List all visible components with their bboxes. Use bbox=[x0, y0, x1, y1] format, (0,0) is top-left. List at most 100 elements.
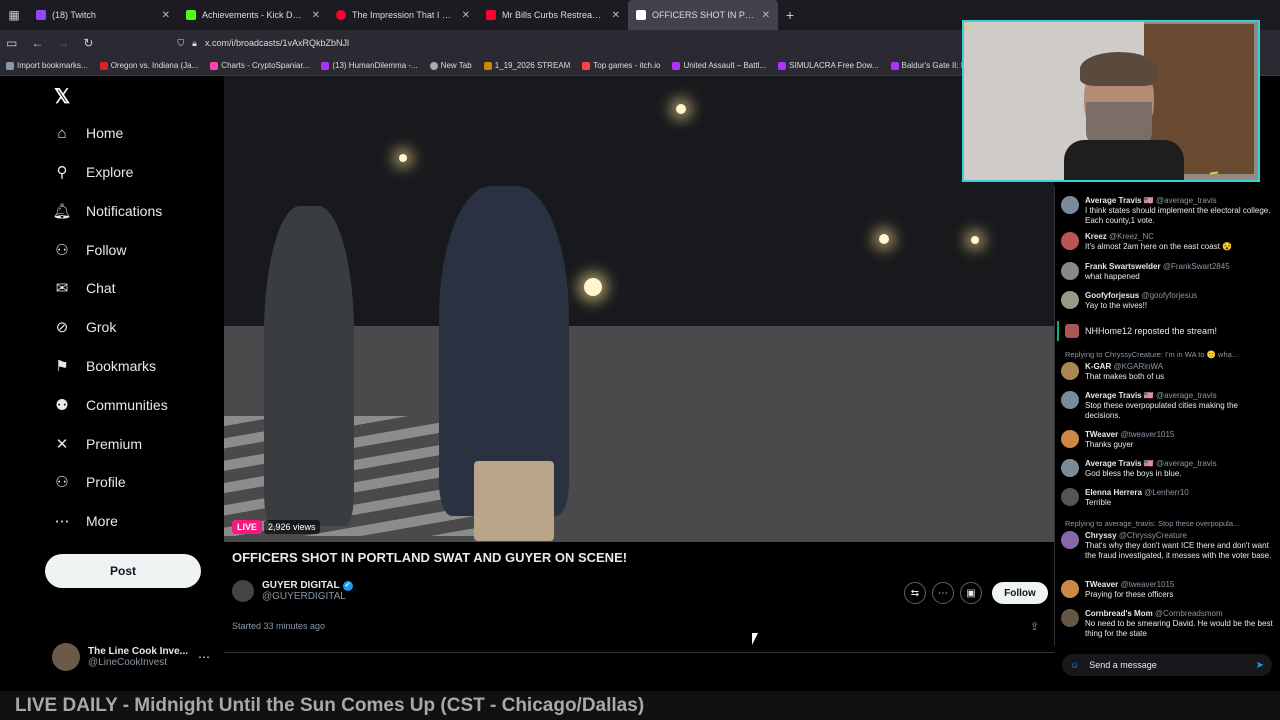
channel-avatar[interactable] bbox=[232, 580, 254, 602]
bookmark-item[interactable]: New Tab bbox=[429, 61, 472, 70]
kick-icon bbox=[186, 10, 196, 20]
picture-in-picture-icon[interactable]: ▣ bbox=[960, 582, 982, 604]
chat-message: Goofyforjesus @goofyforjesus Yay to the w… bbox=[1061, 291, 1275, 311]
nav-label: Home bbox=[86, 125, 124, 141]
sidebar-toggle-icon[interactable]: ▭ bbox=[6, 36, 17, 50]
x-premium-icon: ✕ bbox=[55, 436, 69, 453]
nav-follow[interactable]: ⚇ Follow bbox=[52, 238, 126, 262]
nav-explore[interactable]: ⚲ Explore bbox=[52, 160, 134, 184]
nav-label: Chat bbox=[86, 280, 116, 296]
nav-more[interactable]: ⋯ More bbox=[52, 509, 118, 533]
bookmark-item[interactable]: United Assault – Battl... bbox=[672, 61, 766, 70]
nav-premium[interactable]: ✕ Premium bbox=[52, 432, 142, 456]
bookmark-icon bbox=[6, 61, 14, 70]
tab-youtube-1[interactable]: The Impression That I Get ( ✕ bbox=[328, 0, 478, 30]
bookmark-item[interactable]: SIMULACRA Free Dow... bbox=[778, 61, 879, 70]
chat-handle: @average_travis bbox=[1156, 459, 1217, 468]
chat-text: what happened bbox=[1085, 272, 1140, 281]
nav-label: Explore bbox=[86, 164, 134, 180]
tab-kick[interactable]: Achievements - Kick Dashboard ✕ bbox=[178, 0, 328, 30]
bookmark-item[interactable]: Top games - itch.io bbox=[582, 61, 660, 70]
tab-list-icon[interactable]: ▦ bbox=[0, 0, 28, 30]
bookmark-item[interactable]: (13) HumanDilemma -... bbox=[321, 61, 418, 70]
nav-communities[interactable]: ⚉ Communities bbox=[52, 393, 168, 417]
nav-profile[interactable]: ⚇ Profile bbox=[52, 470, 125, 494]
started-time: Started 33 minutes ago bbox=[232, 621, 326, 631]
reply-context: Replying to average_travis: Stop these o… bbox=[1065, 519, 1240, 528]
nav-chat[interactable]: ✉ Chat bbox=[52, 276, 116, 300]
close-tab-icon[interactable]: ✕ bbox=[312, 10, 320, 21]
tab-x-broadcast[interactable]: OFFICERS SHOT IN PORTLA ✕ bbox=[628, 0, 778, 30]
chat-message: TWeaver @tweaver1015 Thanks guyer bbox=[1061, 430, 1275, 450]
bookmark-item[interactable]: 1_19_2026 STREAM bbox=[483, 61, 571, 70]
bookmark-item[interactable]: Charts - CryptoSpaniar... bbox=[210, 61, 309, 70]
avatar bbox=[1061, 580, 1079, 598]
more-icon[interactable]: ⋯ bbox=[198, 650, 210, 664]
x-logo-icon[interactable]: 𝕏 bbox=[54, 84, 70, 109]
chat-handle: @goofyforjesus bbox=[1141, 291, 1198, 300]
chat-handle: @tweaver1015 bbox=[1120, 430, 1175, 439]
divider bbox=[224, 652, 1054, 653]
avatar bbox=[1061, 362, 1079, 380]
video-player[interactable] bbox=[224, 76, 1054, 542]
channel-info[interactable]: GUYER DIGITAL ✓ @GUYERDIGITAL bbox=[232, 580, 353, 602]
address-bar[interactable]: ⛉ 🔒︎ x.com/i/broadcasts/1vAxRQkbZbNJl bbox=[177, 38, 349, 49]
reload-icon[interactable]: ↻ bbox=[83, 36, 93, 50]
live-chat[interactable]: Average Travis 🇺🇸 @average_travis I think… bbox=[1054, 186, 1280, 646]
bookmark-item[interactable]: Oregon vs. Indiana (Ja... bbox=[99, 61, 198, 70]
bookmark-item[interactable]: Import bookmarks... bbox=[6, 61, 88, 70]
lock-icon: 🔒︎ bbox=[192, 37, 197, 48]
tab-title: The Impression That I Get ( bbox=[352, 10, 456, 20]
nav-notifications[interactable]: 🔔︎ Notifications bbox=[52, 199, 162, 223]
chat-message: Cornbread's Mom @Cornbreadsmom No need to… bbox=[1061, 609, 1275, 639]
share-icon[interactable]: ⇪ bbox=[1030, 620, 1039, 633]
emoji-icon[interactable]: ☺ bbox=[1070, 660, 1079, 670]
more-icon[interactable]: ⋯ bbox=[932, 582, 954, 604]
repost-icon[interactable]: ⇆ bbox=[904, 582, 926, 604]
close-tab-icon[interactable]: ✕ bbox=[462, 10, 470, 21]
nav-grok[interactable]: ⊘ Grok bbox=[52, 315, 117, 339]
home-icon: ⌂ bbox=[57, 124, 67, 142]
chat-message: Elenna Herrera @Lenherr10 Terrible bbox=[1061, 488, 1275, 508]
chat-author: TWeaver bbox=[1085, 580, 1119, 589]
grok-icon: ⊘ bbox=[55, 319, 69, 336]
close-tab-icon[interactable]: ✕ bbox=[162, 10, 170, 21]
close-tab-icon[interactable]: ✕ bbox=[762, 10, 770, 21]
avatar bbox=[1061, 430, 1079, 448]
webcam-shirt bbox=[1064, 140, 1184, 180]
nav-bookmarks[interactable]: ⚑ Bookmarks bbox=[52, 354, 156, 378]
chat-input[interactable]: ☺ Send a message ➤ bbox=[1062, 654, 1272, 676]
back-icon[interactable]: ← bbox=[31, 36, 43, 50]
nav-label: Notifications bbox=[86, 203, 163, 219]
tab-twitch[interactable]: (18) Twitch ✕ bbox=[28, 0, 178, 30]
follow-button[interactable]: Follow bbox=[992, 582, 1048, 604]
bookmark-label: Import bookmarks... bbox=[17, 61, 88, 70]
close-tab-icon[interactable]: ✕ bbox=[612, 10, 620, 21]
bookmark-label: Top games - itch.io bbox=[593, 61, 661, 70]
chat-author: Average Travis 🇺🇸 bbox=[1085, 391, 1154, 400]
nav-home[interactable]: ⌂ Home bbox=[52, 121, 123, 145]
x-icon bbox=[636, 10, 646, 20]
broadcast-title: OFFICERS SHOT IN PORTLAND SWAT AND GUYER… bbox=[232, 550, 628, 565]
new-tab-icon[interactable]: + bbox=[778, 7, 802, 23]
account-switcher[interactable]: The Line Cook Inve... @LineCookInvest bbox=[52, 643, 188, 671]
send-icon[interactable]: ➤ bbox=[1256, 660, 1264, 671]
chat-text: That's why they don't want ICE there and… bbox=[1085, 541, 1272, 560]
nav-label: Communities bbox=[86, 397, 168, 413]
bookmark-icon bbox=[321, 61, 330, 70]
chat-text: Stop these overpopulated cities making t… bbox=[1085, 401, 1238, 420]
tab-title: Achievements - Kick Dashboard bbox=[202, 10, 306, 20]
tab-youtube-2[interactable]: Mr Bills Curbs Restream Show/ ✕ bbox=[478, 0, 628, 30]
bookmark-label: Charts - CryptoSpaniar... bbox=[221, 61, 310, 70]
forward-icon[interactable]: → bbox=[57, 36, 69, 50]
avatar bbox=[1061, 609, 1079, 627]
chat-author: Elenna Herrera bbox=[1085, 488, 1142, 497]
chat-author: TWeaver bbox=[1085, 430, 1119, 439]
bookmark-label: 1_19_2026 STREAM bbox=[494, 61, 571, 70]
chat-text: God bless the boys in blue. bbox=[1085, 469, 1182, 478]
nav-label: Premium bbox=[86, 436, 143, 452]
post-button[interactable]: Post bbox=[45, 554, 201, 588]
street-light bbox=[971, 236, 979, 244]
mouse-cursor-icon bbox=[752, 633, 758, 645]
chat-handle: @ChryssyCreature bbox=[1118, 531, 1187, 540]
